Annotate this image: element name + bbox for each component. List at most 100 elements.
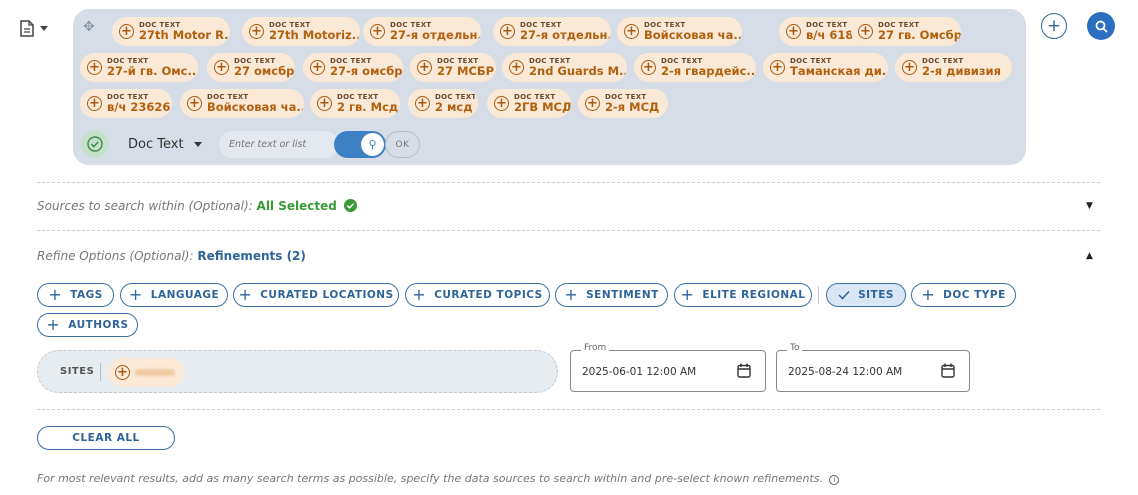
search-term-chip[interactable]: + DOC TEXT 2-я МСД	[578, 89, 668, 118]
plus-circle-icon: +	[87, 60, 102, 75]
search-term-chip[interactable]: + DOC TEXT 2-я дивизия	[895, 53, 1012, 82]
chip-value: Войсковая ча...	[207, 99, 304, 114]
refine-label: Refine Options (Optional):	[37, 249, 194, 263]
search-term-chip[interactable]: + DOC TEXT 27-й гв. Омс...	[80, 53, 198, 82]
search-term-chip[interactable]: + DOC TEXT 27-я отдельн...	[493, 17, 611, 46]
check-circle-icon	[87, 136, 103, 152]
calendar-icon[interactable]	[737, 363, 751, 378]
date-to-field[interactable]: To 2025-08-24 12:00 AM	[776, 343, 970, 392]
search-term-chip[interactable]: + DOC TEXT 2ГВ МСД	[487, 89, 571, 118]
refine-pill-sentiment[interactable]: + SENTIMENT	[555, 283, 668, 307]
info-icon[interactable]: i	[829, 475, 840, 485]
refine-pill-curated-locations[interactable]: + CURATED LOCATIONS	[233, 283, 399, 307]
chip-text: DOC TEXT 27 гв. Омсбр	[878, 21, 961, 42]
plus-circle-icon: +	[494, 96, 509, 111]
search-term-chip[interactable]: + DOC TEXT Таманская ди...	[763, 53, 888, 82]
search-term-chip[interactable]: + DOC TEXT 27th Motoriz...	[242, 17, 360, 46]
plus-icon: +	[46, 315, 61, 334]
search-term-chip[interactable]: + DOC TEXT 2-я гвардейс...	[634, 53, 756, 82]
search-button[interactable]	[1087, 12, 1115, 40]
search-term-chip[interactable]: + DOC TEXT 2nd Guards M...	[502, 53, 627, 82]
chip-value: 27-й гв. Омс...	[107, 63, 198, 78]
clear-all-button[interactable]: CLEAR ALL	[37, 426, 175, 450]
divider	[37, 409, 1100, 410]
term-input[interactable]	[219, 131, 339, 158]
search-term-chip[interactable]: + DOC TEXT 2 мсд	[408, 89, 478, 118]
plus-circle-icon: +	[415, 96, 430, 111]
calendar-icon[interactable]	[941, 363, 955, 378]
chip-text: DOC TEXT Таманская ди...	[790, 57, 888, 78]
pill-label: DOC TYPE	[943, 289, 1006, 301]
chip-value: 2-я гвардейс...	[661, 63, 756, 78]
plus-circle-icon: +	[317, 96, 332, 111]
chip-text: DOC TEXT 27 МСБР	[437, 57, 494, 78]
plus-circle-icon: +	[858, 24, 873, 39]
chip-text: DOC TEXT Войсковая ча...	[207, 93, 304, 114]
divider	[37, 230, 1100, 231]
refine-pill-sites[interactable]: SITES	[826, 283, 906, 307]
ok-button[interactable]: OK	[385, 131, 420, 158]
caret-down-icon	[40, 26, 48, 31]
plus-icon: +	[680, 285, 695, 304]
chip-text: DOC TEXT 27-й гв. Омс...	[107, 57, 198, 78]
plus-circle-icon: +	[641, 60, 656, 75]
plus-icon: +	[1046, 16, 1062, 36]
pill-label: AUTHORS	[68, 319, 129, 331]
doc-type-selector[interactable]	[20, 20, 48, 37]
add-query-button[interactable]: +	[1041, 13, 1067, 39]
search-term-chip[interactable]: + DOC TEXT 27th Motor R...	[112, 17, 230, 46]
plus-circle-icon: +	[370, 24, 385, 39]
search-term-chip[interactable]: + DOC TEXT 27 омсбр	[207, 53, 295, 82]
chip-value: 27-я отдельн...	[520, 27, 611, 42]
plus-circle-icon: +	[87, 96, 102, 111]
refine-pill-tags[interactable]: + TAGS	[37, 283, 114, 307]
search-term-chip[interactable]: + DOC TEXT 27 МСБР	[410, 53, 496, 82]
refine-pill-curated-topics[interactable]: + CURATED TOPICS	[405, 283, 550, 307]
date-to-label: To	[787, 343, 803, 353]
search-term-chip[interactable]: + DOC TEXT 27 гв. Омсбр	[851, 17, 961, 46]
plus-circle-icon: +	[417, 60, 432, 75]
refine-pill-elite-regional[interactable]: + ELITE REGIONAL	[674, 283, 812, 307]
search-term-chip[interactable]: + DOC TEXT 27-я омсбр	[303, 53, 403, 82]
sources-value: All Selected	[256, 199, 337, 213]
plus-circle-icon: +	[770, 60, 785, 75]
confirm-term-button[interactable]	[81, 130, 109, 158]
sources-expand-icon[interactable]: ▼	[1086, 201, 1093, 211]
document-icon	[20, 20, 34, 37]
site-chip[interactable]: +	[108, 358, 184, 387]
search-term-chip[interactable]: + DOC TEXT Войсковая ча...	[617, 17, 742, 46]
plus-icon: +	[48, 285, 63, 304]
search-term-chip[interactable]: + DOC TEXT в/ч 23626	[80, 89, 172, 118]
pill-label: LANGUAGE	[150, 289, 220, 301]
magic-search-icon: ⚲	[361, 133, 384, 156]
refine-section[interactable]: Refine Options (Optional): Refinements (…	[37, 249, 306, 263]
field-select[interactable]: Doc Text	[128, 137, 202, 152]
date-from-field[interactable]: From 2025-06-01 12:00 AM	[570, 343, 766, 392]
refine-pill-authors[interactable]: + AUTHORS	[37, 313, 138, 337]
search-term-chip[interactable]: + DOC TEXT Войсковая ча...	[180, 89, 304, 118]
chip-value: 2 мсд	[435, 99, 473, 114]
plus-circle-icon: +	[310, 60, 325, 75]
refine-pill-doc-type[interactable]: + DOC TYPE	[911, 283, 1016, 307]
chip-value: Войсковая ча...	[644, 27, 742, 42]
chip-text: DOC TEXT 27-я отдельн...	[520, 21, 611, 42]
chip-value: 27th Motor R...	[139, 27, 230, 42]
plus-icon: +	[921, 285, 936, 304]
pill-label: SITES	[858, 289, 894, 301]
sources-section[interactable]: Sources to search within (Optional): All…	[37, 199, 357, 213]
search-term-chip[interactable]: + DOC TEXT 27-я отдельн...	[363, 17, 481, 46]
smart-search-toggle[interactable]: ⚲	[334, 131, 386, 158]
plus-circle-icon: +	[214, 60, 229, 75]
chip-text: DOC TEXT 2 гв. Мсд	[337, 93, 398, 114]
refine-pill-language[interactable]: + LANGUAGE	[120, 283, 228, 307]
help-text: For most relevant results, add as many s…	[37, 472, 840, 485]
chip-value: 2ГВ МСД	[514, 99, 571, 114]
pill-label: CURATED TOPICS	[434, 289, 543, 301]
drag-handle-icon[interactable]: ✥	[83, 19, 95, 35]
search-term-chip[interactable]: + DOC TEXT 2 гв. Мсд	[310, 89, 400, 118]
pill-label: TAGS	[70, 289, 103, 301]
plus-circle-icon: +	[249, 24, 264, 39]
chip-value: 2nd Guards M...	[529, 63, 627, 78]
chip-text: DOC TEXT 2-я гвардейс...	[661, 57, 756, 78]
refine-collapse-icon[interactable]: ▲	[1086, 251, 1093, 261]
